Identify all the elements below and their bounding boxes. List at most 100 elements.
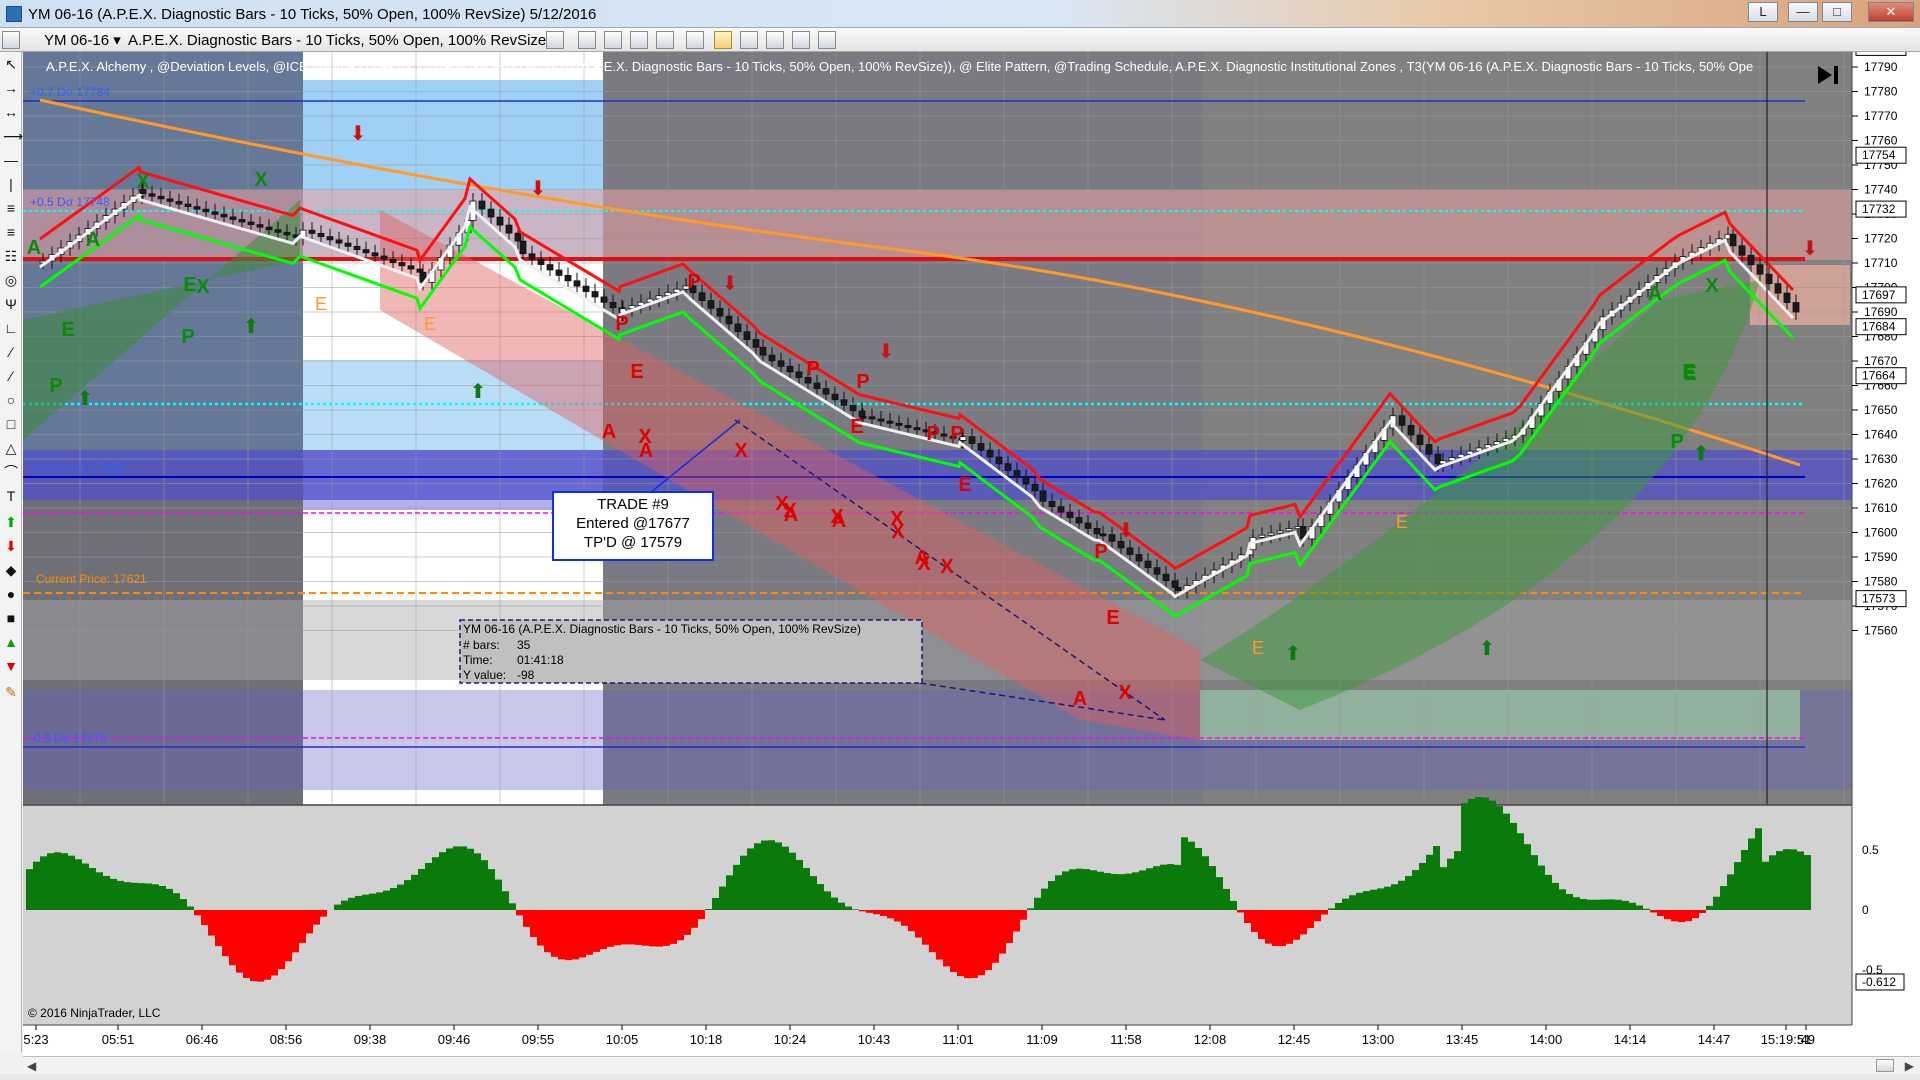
bar-style-icon[interactable] <box>546 31 564 49</box>
fibonacci-icon[interactable]: ≡ <box>3 200 19 216</box>
osc-bar-negative <box>684 910 691 935</box>
triangle-down-icon[interactable]: ▼ <box>3 658 19 674</box>
arrow-down-icon[interactable]: ⬇ <box>3 538 19 554</box>
square-icon[interactable]: ■ <box>3 610 19 626</box>
osc-bar-positive <box>495 879 502 910</box>
bar-type-selector[interactable]: A.P.E.X. Diagnostic Bars - 10 Ticks, 50%… <box>128 31 558 49</box>
osc-bar-positive <box>1552 882 1559 910</box>
triangle-icon[interactable]: △ <box>3 440 19 456</box>
channel-icon[interactable]: ∕ <box>3 344 19 360</box>
osc-bar-positive <box>1167 864 1174 910</box>
osc-bar-negative <box>1671 910 1678 922</box>
text-icon[interactable]: T <box>3 488 19 504</box>
extended-line-icon[interactable]: ↔ <box>3 104 19 120</box>
osc-bar-positive <box>1195 848 1202 910</box>
time-tick-label: 11:09 <box>1026 1032 1058 1047</box>
maximize-button[interactable]: □ <box>1822 2 1852 22</box>
osc-bar-negative <box>1699 910 1706 914</box>
osc-bar-negative <box>922 910 929 945</box>
osc-bar-positive <box>1769 855 1776 910</box>
osc-bar-positive <box>1538 865 1545 910</box>
osc-bar-negative <box>250 910 257 982</box>
dot-icon[interactable]: ● <box>3 586 19 602</box>
strategies-icon[interactable] <box>766 31 784 49</box>
candle-body <box>1729 233 1737 247</box>
osc-bar-positive <box>831 897 838 910</box>
osc-bar-positive <box>1132 872 1139 910</box>
osc-bar-positive <box>383 890 390 910</box>
horizontal-line-icon[interactable]: — <box>3 152 19 168</box>
pattern-letter-orange: E <box>424 314 436 334</box>
chart-style-icon[interactable] <box>2 31 20 49</box>
arrow-up-icon[interactable]: ⬆ <box>3 514 19 530</box>
scroll-left-icon[interactable]: ◀ <box>27 1059 36 1073</box>
gann-icon[interactable]: ∕ <box>3 368 19 384</box>
fib-extension-icon[interactable]: ≡ <box>3 224 19 240</box>
pitchfork-icon[interactable]: Ψ <box>3 296 19 312</box>
osc-bar-positive <box>712 897 719 910</box>
pattern-letter-red: P <box>926 423 939 445</box>
indicators-icon[interactable] <box>740 31 758 49</box>
osc-bar-positive <box>733 864 740 910</box>
scroll-thumb[interactable] <box>1876 1059 1894 1072</box>
pattern-letter-green: X <box>196 276 210 298</box>
price-tick-label: 17790 <box>1864 60 1898 74</box>
eraser-icon[interactable]: ✎ <box>3 684 19 700</box>
info-y-label: Y value: <box>463 668 506 682</box>
osc-bar-positive <box>1223 888 1230 910</box>
candle-body <box>725 315 733 325</box>
horizontal-scrollbar[interactable]: ◀ ▶ <box>23 1056 1920 1074</box>
pattern-letter-red: P <box>615 313 628 335</box>
regression-icon[interactable]: ∟ <box>3 320 19 336</box>
close-button[interactable]: ✕ <box>1868 2 1914 22</box>
osc-bar-positive <box>68 855 75 910</box>
osc-bar-negative <box>572 910 579 960</box>
ray-icon[interactable]: → <box>3 80 19 96</box>
osc-bar-positive <box>1741 849 1748 910</box>
line-tool-icon[interactable] <box>630 31 648 49</box>
fib-circle-icon[interactable]: ◎ <box>3 272 19 288</box>
osc-bar-positive <box>390 888 397 910</box>
window-title: YM 06-16 (A.P.E.X. Diagnostic Bars - 10 … <box>28 6 597 23</box>
osc-bar-positive <box>1797 851 1804 910</box>
arrow-line-icon[interactable]: ⟶ <box>3 128 23 144</box>
rectangle-icon[interactable]: □ <box>3 416 19 432</box>
chart-panel[interactable]: ⬇ ⬇ ⬇ ⬇ ⬇ ⬇ ⬆ ⬆ ⬆ ⬆ ⬆ ⬆ AXAXEXEPPAXPEEPPPPPPPAXAXXA… <box>23 38 1920 1056</box>
osc-bar-positive <box>1489 800 1496 910</box>
magnet-icon[interactable] <box>604 31 622 49</box>
triangle-up-icon[interactable]: ▲ <box>3 634 19 650</box>
crosshair-icon[interactable] <box>656 31 674 49</box>
diamond-icon[interactable]: ◆ <box>3 562 19 578</box>
candle-body <box>546 264 554 271</box>
osc-bar-negative <box>964 910 971 979</box>
properties-icon[interactable] <box>714 31 732 49</box>
osc-bar-positive <box>40 856 47 910</box>
arc-icon[interactable]: ⌒ <box>3 464 19 480</box>
minimize-button[interactable]: — <box>1788 2 1818 22</box>
osc-bar-positive <box>446 848 453 910</box>
scroll-right-icon[interactable]: ▶ <box>1905 1059 1914 1073</box>
restore-pin-button[interactable]: L <box>1748 2 1778 22</box>
osc-bar-negative <box>264 910 271 980</box>
osc-bar-positive <box>1461 803 1468 910</box>
data-box-icon[interactable] <box>792 31 810 49</box>
fib-time-icon[interactable]: ☷ <box>3 248 19 264</box>
price-chart-svg[interactable]: ⬇⬇⬇⬇⬇⬇⬆⬆⬆⬆ ⬆⬆ AXAXEXEPPA XPEEPPPPP PPA XA XX A… <box>23 38 1920 1056</box>
pointer-icon[interactable]: ↖ <box>3 56 19 72</box>
osc-bar-positive <box>1482 797 1489 910</box>
pencil-icon[interactable] <box>578 31 596 49</box>
candle-body <box>600 296 608 303</box>
pattern-letter-orange: E <box>315 294 327 314</box>
osc-bar-positive <box>1601 899 1608 910</box>
osc-bar-positive <box>1153 866 1160 910</box>
chart-trader-icon[interactable] <box>818 31 836 49</box>
measure-info-box[interactable]: YM 06-16 (A.P.E.X. Diagnostic Bars - 10 … <box>459 619 923 684</box>
ellipse-icon[interactable]: ○ <box>3 392 19 408</box>
instrument-selector[interactable]: YM 06-16 ▾ <box>44 31 121 49</box>
candle-body <box>813 382 821 389</box>
osc-bar-negative <box>306 910 313 934</box>
trade-annotation-box[interactable]: TRADE #9 Entered @17677 TP'D @ 17579 <box>552 491 714 561</box>
vertical-line-icon[interactable]: | <box>3 176 19 192</box>
zoom-icon[interactable] <box>686 31 704 49</box>
candle-body <box>752 339 760 348</box>
